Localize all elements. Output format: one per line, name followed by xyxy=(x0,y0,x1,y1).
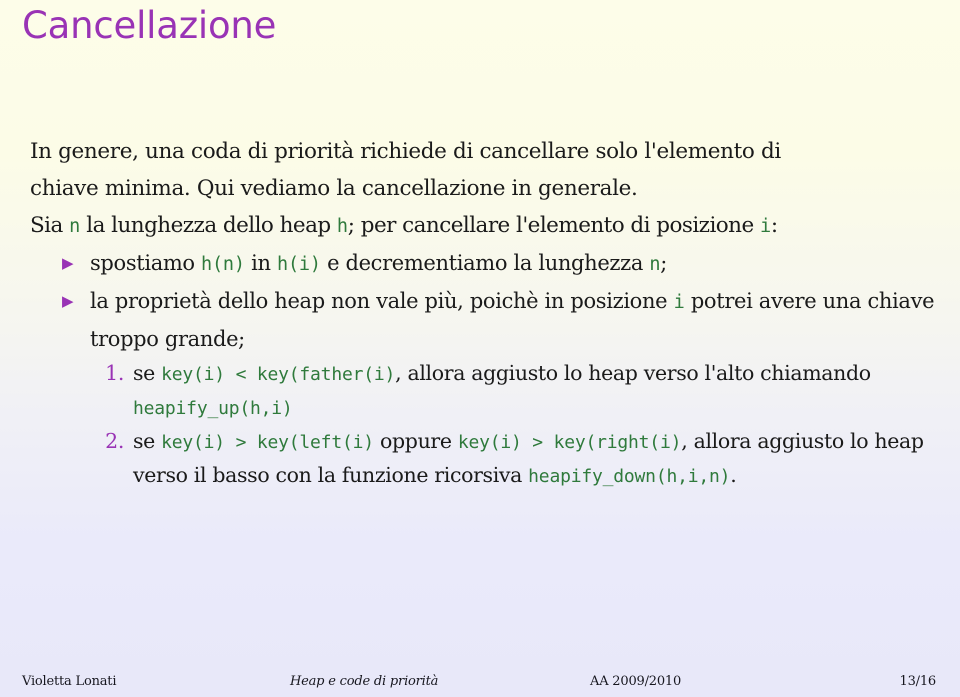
bullet-1-text-3: e decrementiamo la lunghezza xyxy=(320,251,650,275)
footer-page-number: 13/16 xyxy=(899,673,937,689)
footer-academic-year: AA 2009/2010 xyxy=(590,673,682,689)
bullet-1-code-n: n xyxy=(649,254,661,275)
lead-text-2: la lunghezza dello heap xyxy=(80,213,337,238)
enumerate-list: 1. se key(i) < key(father(i), allora aggi… xyxy=(30,357,936,493)
bullet-2-text-1: la proprietà dello heap non vale più, po… xyxy=(90,289,674,313)
page-title: Cancellazione xyxy=(22,4,277,47)
enum-1-code-heapify-up: heapify_up(h,i) xyxy=(133,398,293,419)
enum-2-text-1: se xyxy=(133,429,162,453)
enum-2-text-2: oppure xyxy=(373,429,458,453)
bullet-1-text-2: in xyxy=(244,251,278,275)
slide-title-bar: Cancellazione xyxy=(22,4,932,66)
lead-text-1: Sia xyxy=(30,213,70,238)
list-item: ▶ la proprietà dello heap non vale più, p… xyxy=(62,283,936,357)
bullet-2-code-i: i xyxy=(673,292,685,313)
itemize-list: ▶ spostiamo h(n) in h(i) e decrementiamo … xyxy=(30,245,936,357)
lead-code-n: n xyxy=(69,216,81,237)
intro-paragraph: In genere, una coda di priorità richiede… xyxy=(30,133,936,207)
intro-line-1: In genere, una coda di priorità richiede… xyxy=(30,139,781,164)
enum-2-code-heapify-down: heapify_down(h,i,n) xyxy=(528,466,731,487)
enum-number-1: 1. xyxy=(105,361,124,385)
bullet-1-code-hi: h(i) xyxy=(277,254,321,275)
triangle-bullet-icon: ▶ xyxy=(62,254,74,272)
triangle-bullet-icon: ▶ xyxy=(62,292,74,310)
slide-canvas: Cancellazione In genere, una coda di pri… xyxy=(0,0,960,697)
list-item: 2. se key(i) > key(left(i) oppure key(i) … xyxy=(100,425,936,493)
enum-1-text-2: , allora aggiusto lo heap verso l'alto c… xyxy=(395,361,871,385)
lead-code-h: h xyxy=(336,216,348,237)
lead-paragraph: Sia n la lunghezza dello heap h; per can… xyxy=(30,207,936,245)
enum-1-text-1: se xyxy=(133,361,162,385)
enum-2-text-4: . xyxy=(730,463,737,487)
enum-1-code-cond: key(i) < key(father(i) xyxy=(161,364,396,385)
footer-subject: Heap e code di priorità xyxy=(290,673,439,689)
enum-2-code-cond-left: key(i) > key(left(i) xyxy=(161,432,374,453)
list-item: 1. se key(i) < key(father(i), allora aggi… xyxy=(100,357,936,425)
lead-text-4: : xyxy=(770,213,778,238)
bullet-1-code-hn: h(n) xyxy=(201,254,245,275)
lead-text-3: ; per cancellare l'elemento di posizione xyxy=(347,213,760,238)
intro-line-2: chiave minima. Qui vediamo la cancellazi… xyxy=(30,176,638,201)
bullet-1-text-1: spostiamo xyxy=(90,251,202,275)
list-item: ▶ spostiamo h(n) in h(i) e decrementiamo … xyxy=(62,245,936,283)
slide-content: In genere, una coda di priorità richiede… xyxy=(30,133,936,493)
enum-number-2: 2. xyxy=(105,429,124,453)
enum-2-code-cond-right: key(i) > key(right(i) xyxy=(457,432,682,453)
footer-author: Violetta Lonati xyxy=(22,673,117,689)
slide-footer: Violetta Lonati Heap e code di priorità … xyxy=(0,665,960,697)
lead-code-i: i xyxy=(759,216,771,237)
bullet-1-text-4: ; xyxy=(660,251,668,275)
